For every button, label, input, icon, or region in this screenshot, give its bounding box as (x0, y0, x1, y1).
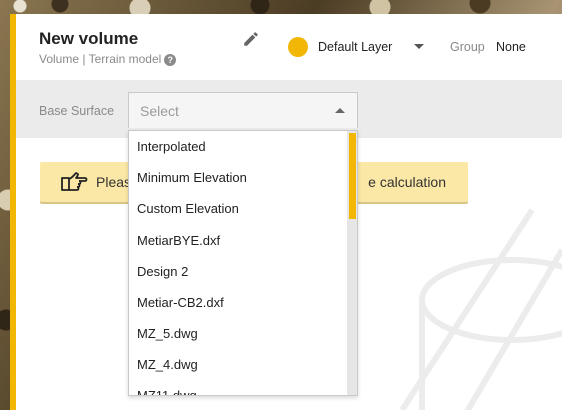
chevron-up-icon[interactable] (335, 108, 345, 113)
help-icon[interactable]: ? (164, 53, 177, 66)
base-surface-label: Base Surface (39, 104, 115, 118)
dropdown-option[interactable]: MZ_5.dwg (129, 318, 347, 349)
pointing-hand-icon (61, 172, 88, 191)
subtitle-text: Volume | Terrain model (39, 52, 162, 66)
dropdown-option[interactable]: MZ_4.dwg (129, 349, 347, 380)
dropdown-option[interactable]: Minimum Elevation (129, 162, 347, 193)
dropdown-option[interactable]: Design 2 (129, 256, 347, 287)
layer-select-label[interactable]: Default Layer (318, 40, 392, 54)
watermark-graphic (399, 208, 562, 410)
notice-text-start: Pleas (96, 174, 132, 190)
layer-color-dot[interactable] (288, 37, 308, 57)
page-title: New volume (39, 29, 139, 48)
base-surface-select[interactable]: Select (128, 92, 358, 128)
dropdown-option[interactable]: Interpolated (129, 131, 347, 162)
pencil-icon[interactable] (242, 30, 260, 48)
notice-text-end: e calculation (368, 174, 446, 190)
group-value[interactable]: None (496, 40, 526, 54)
chevron-down-icon[interactable] (414, 44, 424, 49)
dropdown-option[interactable]: Metiar-CB2.dxf (129, 287, 347, 318)
select-placeholder: Select (140, 103, 179, 119)
dropdown-option[interactable]: Custom Elevation (129, 193, 347, 224)
dropdown-option[interactable]: MZ11.dwg (129, 380, 347, 395)
base-surface-dropdown: Interpolated Minimum Elevation Custom El… (128, 130, 358, 396)
group-label: Group (450, 40, 485, 54)
dropdown-scrollbar[interactable] (347, 131, 357, 395)
panel-header: New volume Volume | Terrain model? Defau… (16, 14, 562, 81)
scrollbar-thumb[interactable] (349, 133, 356, 219)
dropdown-option[interactable]: MetiarBYE.dxf (129, 225, 347, 256)
page-subtitle: Volume | Terrain model? (39, 52, 177, 66)
